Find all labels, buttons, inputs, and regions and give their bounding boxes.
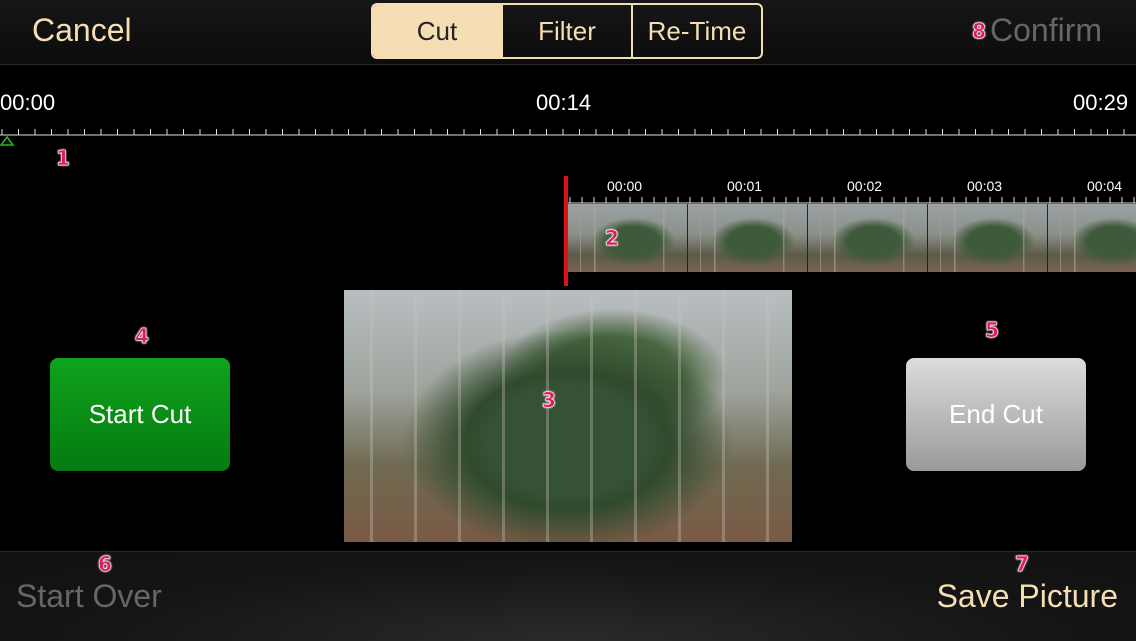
tab-filter[interactable]: Filter — [501, 5, 631, 57]
filmstrip-time-label: 00:03 — [967, 178, 1003, 194]
playhead-marker-icon[interactable] — [0, 136, 14, 146]
filmstrip[interactable] — [568, 204, 1136, 272]
filmstrip-time-label: 00:00 — [607, 178, 643, 194]
annotation-badge-1: 1 — [56, 146, 70, 171]
tab-re-time[interactable]: Re-Time — [631, 5, 761, 57]
annotation-badge-8: 8 — [972, 18, 986, 43]
confirm-label: Confirm — [989, 12, 1102, 48]
top-bar: Cancel Cut Filter Re-Time 8 Confirm — [0, 0, 1136, 65]
annotation-badge-6: 6 — [98, 552, 112, 577]
filmstrip-ruler — [568, 197, 1136, 204]
timeline-ruler[interactable] — [0, 124, 1136, 136]
timeline-start-label: 00:00 — [0, 90, 56, 115]
tab-cut[interactable]: Cut — [373, 5, 501, 57]
filmstrip-playhead[interactable] — [564, 176, 568, 286]
filmstrip-time-label: 00:04 — [1087, 178, 1123, 194]
filmstrip-time-label: 00:01 — [727, 178, 763, 194]
start-cut-button[interactable]: Start Cut — [50, 358, 230, 471]
annotation-badge-3: 3 — [542, 388, 556, 413]
timeline-mid-label: 00:14 — [536, 90, 592, 115]
video-preview — [344, 290, 792, 542]
filmstrip-frame — [568, 204, 688, 272]
confirm-button[interactable]: 8 Confirm — [972, 12, 1102, 49]
start-over-button[interactable]: Start Over — [16, 578, 162, 615]
annotation-badge-2: 2 — [605, 226, 619, 251]
annotation-badge-7: 7 — [1015, 552, 1029, 577]
cancel-button[interactable]: Cancel — [32, 12, 132, 49]
end-cut-button[interactable]: End Cut — [906, 358, 1086, 471]
filmstrip-frame — [1048, 204, 1136, 272]
annotation-badge-5: 5 — [985, 318, 999, 343]
filmstrip-frame — [928, 204, 1048, 272]
annotation-badge-4: 4 — [135, 324, 149, 349]
save-picture-button[interactable]: Save Picture — [937, 578, 1118, 615]
mode-segmented-control: Cut Filter Re-Time — [371, 3, 763, 59]
filmstrip-frame — [688, 204, 808, 272]
filmstrip-frame — [808, 204, 928, 272]
timeline-end-label: 00:29 — [1073, 90, 1129, 115]
filmstrip-time-label: 00:02 — [847, 178, 883, 194]
